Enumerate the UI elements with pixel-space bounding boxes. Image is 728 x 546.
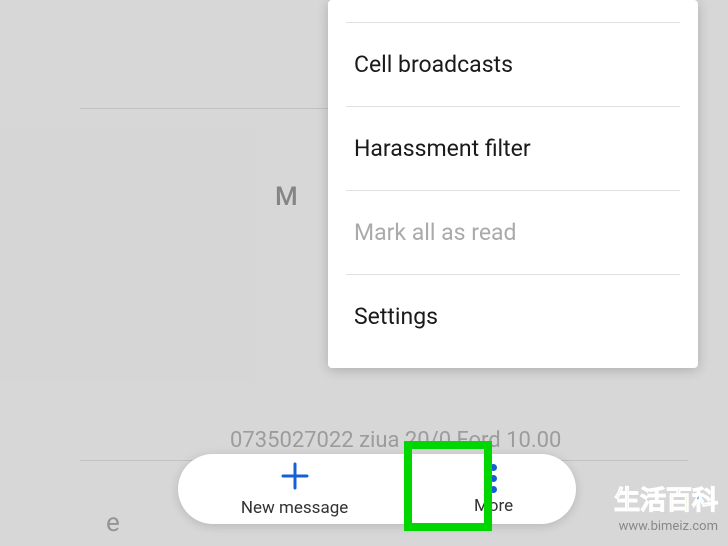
- watermark-chinese: 生活百科: [614, 480, 718, 517]
- plus-icon: [279, 460, 311, 496]
- new-message-button[interactable]: New message: [223, 456, 366, 522]
- menu-item-mark-all-read: Mark all as read: [328, 191, 698, 274]
- more-vertical-icon: [490, 462, 497, 494]
- watermark-url: www.bimeiz.com: [614, 519, 718, 534]
- menu-item-harassment-filter[interactable]: Harassment filter: [328, 107, 698, 190]
- new-message-label: New message: [241, 498, 348, 518]
- more-options-menu: Cell broadcasts Harassment filter Mark a…: [328, 0, 698, 368]
- menu-item-settings[interactable]: Settings: [328, 275, 698, 358]
- watermark: 生活百科 www.bimeiz.com: [614, 480, 718, 534]
- menu-item-cell-broadcasts[interactable]: Cell broadcasts: [328, 23, 698, 106]
- more-button[interactable]: More: [456, 458, 531, 520]
- more-label: More: [474, 496, 513, 516]
- bottom-action-bar: New message More: [178, 454, 576, 524]
